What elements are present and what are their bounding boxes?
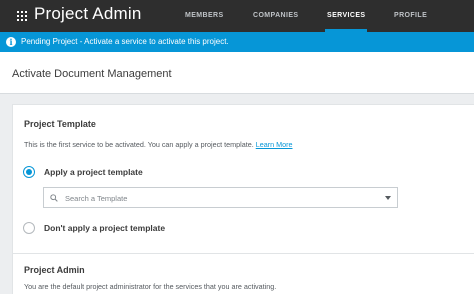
template-search-select[interactable]: Search a Template bbox=[43, 187, 398, 208]
app-switcher-grid-icon[interactable] bbox=[17, 11, 28, 22]
page-header: Activate Document Management bbox=[0, 52, 474, 94]
top-nav-bar: Project Admin MEMBERS COMPANIES SERVICES… bbox=[0, 0, 474, 32]
project-template-heading: Project Template bbox=[24, 119, 96, 129]
project-admin-description: You are the default project administrato… bbox=[24, 282, 277, 291]
page-title: Activate Document Management bbox=[12, 68, 172, 80]
project-template-description-text: This is the first service to be activate… bbox=[24, 140, 254, 149]
tab-profile[interactable]: PROFILE bbox=[394, 12, 427, 19]
pending-project-banner: i Pending Project - Activate a service t… bbox=[0, 32, 474, 52]
search-icon bbox=[50, 194, 58, 202]
chevron-down-icon[interactable] bbox=[385, 196, 391, 200]
tab-companies[interactable]: COMPANIES bbox=[253, 12, 298, 19]
template-search-placeholder: Search a Template bbox=[65, 194, 128, 203]
banner-message: Pending Project - Activate a service to … bbox=[21, 37, 229, 46]
apply-template-label[interactable]: Apply a project template bbox=[44, 167, 143, 177]
learn-more-link[interactable]: Learn More bbox=[256, 140, 293, 149]
skip-template-label[interactable]: Don't apply a project template bbox=[44, 223, 165, 233]
app-title: Project Admin bbox=[34, 4, 142, 23]
project-admin-heading: Project Admin bbox=[24, 265, 85, 275]
section-divider bbox=[12, 253, 474, 254]
info-icon: i bbox=[6, 37, 16, 47]
tab-services[interactable]: SERVICES bbox=[327, 12, 365, 19]
tab-members[interactable]: MEMBERS bbox=[185, 12, 224, 19]
apply-template-radio[interactable] bbox=[23, 166, 35, 178]
project-template-description: This is the first service to be activate… bbox=[24, 140, 293, 149]
skip-template-radio[interactable] bbox=[23, 222, 35, 234]
